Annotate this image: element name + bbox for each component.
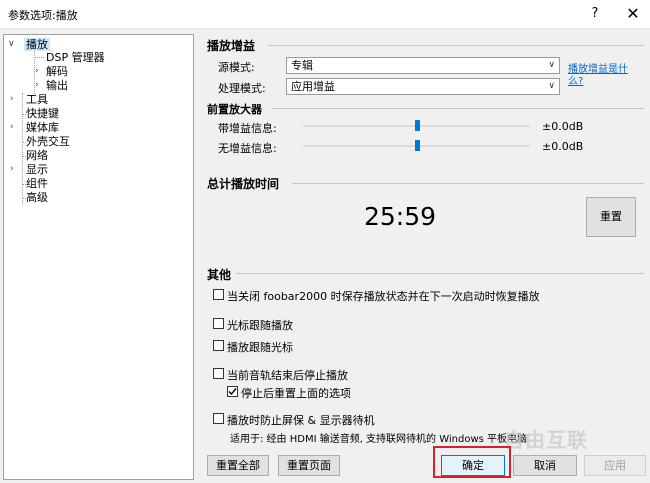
collapse-arrow-icon[interactable]: › xyxy=(10,94,14,104)
tree-item-shell-integration[interactable]: 外壳交互 xyxy=(26,135,70,148)
hdmi-note: 适用于: 经由 HDMI 输送音频, 支持联网待机的 Windows 平板电脑 xyxy=(230,434,528,445)
stop-after-current-label: 当前音轨结束后停止播放 xyxy=(227,369,348,382)
collapse-arrow-icon[interactable]: › xyxy=(10,122,14,132)
collapse-arrow-icon[interactable]: › xyxy=(10,164,14,174)
collapse-arrow-icon[interactable]: › xyxy=(35,80,39,90)
reset-after-stop-checkbox[interactable] xyxy=(227,386,238,397)
save-state-checkbox[interactable] xyxy=(213,289,224,300)
tree-item-components[interactable]: 组件 xyxy=(26,177,48,190)
chevron-down-icon: ∨ xyxy=(548,60,555,70)
tree-item-dsp-manager[interactable]: DSP 管理器 xyxy=(46,51,105,64)
title-bar: 参数选项:播放 ? ✕ xyxy=(0,0,650,29)
tree-item-network[interactable]: 网络 xyxy=(26,149,48,162)
total-playtime-heading: 总计播放时间 xyxy=(207,177,280,191)
reset-all-button[interactable]: 重置全部 xyxy=(207,455,269,476)
prevent-screensaver-label: 播放时防止屏保 & 显示器待机 xyxy=(227,414,375,427)
close-button[interactable]: ✕ xyxy=(618,2,648,26)
cancel-button[interactable]: 取消 xyxy=(513,455,577,476)
collapse-arrow-icon[interactable]: › xyxy=(35,66,39,76)
with-gain-info-label: 带增益信息: xyxy=(218,122,277,135)
preamp-heading: 前置放大器 xyxy=(207,103,262,116)
slider-thumb[interactable] xyxy=(414,140,420,151)
watermark: 自由互联 xyxy=(504,428,588,452)
tree-item-advanced[interactable]: 高级 xyxy=(26,191,48,204)
ok-button[interactable]: 确定 xyxy=(441,455,505,476)
playback-follows-cursor-checkbox[interactable] xyxy=(213,340,224,351)
slider-thumb[interactable] xyxy=(414,120,420,131)
processing-mode-select[interactable]: 应用增益 ∨ xyxy=(286,78,560,95)
cursor-follows-playback-label: 光标跟随播放 xyxy=(227,319,293,332)
tree-item-playback[interactable]: 播放 xyxy=(24,38,50,51)
prevent-screensaver-checkbox[interactable] xyxy=(213,413,224,424)
total-playtime-value: 25:59 xyxy=(364,202,437,231)
tree-item-display[interactable]: 显示 xyxy=(26,163,48,176)
tree-item-shortcuts[interactable]: 快捷键 xyxy=(26,107,59,120)
playback-gain-heading: 播放增益 xyxy=(207,39,256,53)
stop-after-current-checkbox[interactable] xyxy=(213,368,224,379)
playback-follows-cursor-label: 播放跟随光标 xyxy=(227,341,293,354)
cursor-follows-playback-checkbox[interactable] xyxy=(213,318,224,329)
tree-item-media-library[interactable]: 媒体库 xyxy=(26,121,59,134)
without-gain-info-value: ±0.0dB xyxy=(542,140,584,153)
reset-time-button[interactable]: 重置 xyxy=(586,197,636,237)
save-state-label: 当关闭 foobar2000 时保存播放状态并在下一次启动时恢复播放 xyxy=(227,290,540,303)
preferences-tree[interactable]: ∨ 播放 DSP 管理器 › 解码 › 输出 › 工具 快捷键 › 媒体库 外壳… xyxy=(3,34,194,480)
tree-item-tools[interactable]: 工具 xyxy=(26,93,48,106)
processing-mode-label: 处理模式: xyxy=(218,82,266,95)
apply-button[interactable]: 应用 xyxy=(584,455,646,476)
check-icon xyxy=(228,388,237,396)
source-mode-select[interactable]: 专辑 ∨ xyxy=(286,57,560,74)
source-mode-label: 源模式: xyxy=(218,61,255,74)
reset-after-stop-label: 停止后重置上面的选项 xyxy=(241,387,351,400)
expand-arrow-icon[interactable]: ∨ xyxy=(8,39,15,49)
chevron-down-icon: ∨ xyxy=(548,81,555,91)
tree-item-output[interactable]: 输出 xyxy=(46,79,68,92)
help-button[interactable]: ? xyxy=(580,2,610,26)
replaygain-help-link[interactable]: 播放增益是什么? xyxy=(568,64,632,88)
window-title: 参数选项:播放 xyxy=(8,9,78,22)
with-gain-info-value: ±0.0dB xyxy=(542,120,584,133)
without-gain-info-label: 无增益信息: xyxy=(218,142,277,155)
reset-page-button[interactable]: 重置页面 xyxy=(278,455,340,476)
tree-item-decoding[interactable]: 解码 xyxy=(46,65,68,78)
other-heading: 其他 xyxy=(207,268,232,282)
